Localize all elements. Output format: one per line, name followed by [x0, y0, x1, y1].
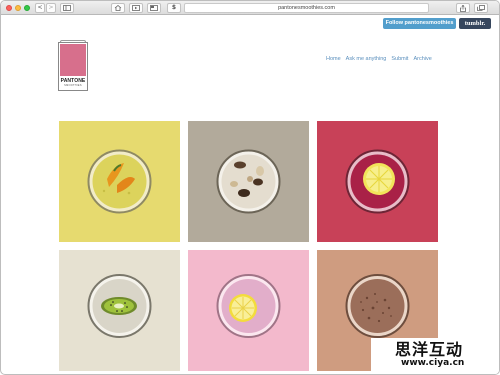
nav-submit[interactable]: Submit: [391, 56, 408, 64]
browser-toolbar: < > $ pantonesmoothies.com: [1, 1, 499, 15]
tile-pink-lemon-smoothie[interactable]: [188, 250, 309, 371]
share-icon: [460, 5, 466, 12]
lemon-slice-icon: [363, 163, 395, 195]
nav-archive[interactable]: Archive: [413, 56, 431, 64]
forward-icon: >: [48, 4, 54, 11]
reader-button[interactable]: [147, 3, 161, 13]
back-button[interactable]: <: [35, 3, 45, 13]
berry-lemon-smoothie-photo: [317, 121, 438, 242]
tile-kiwi-smoothie[interactable]: [59, 250, 180, 371]
sidebar-button[interactable]: [60, 3, 74, 13]
kiwi-smoothie-photo: [59, 250, 180, 371]
pink-lemon-smoothie-photo: [188, 250, 309, 371]
kiwi-slice-icon: [101, 297, 137, 315]
watermark: 思洋互动 www.ciya.cn: [371, 338, 499, 374]
nav-home[interactable]: Home: [326, 56, 341, 64]
watermark-chinese: 思洋互动: [395, 340, 464, 359]
back-icon: <: [37, 4, 43, 11]
logo-swatch: [60, 44, 86, 76]
blog-nav: Home Ask me anything Submit Archive: [326, 56, 432, 64]
share-button[interactable]: [456, 3, 470, 13]
address-bar[interactable]: pantonesmoothies.com: [184, 3, 429, 13]
tumblr-button[interactable]: tumblr.: [459, 18, 491, 29]
window-icon: [150, 5, 158, 11]
play-icon: [132, 5, 140, 11]
home-button[interactable]: [111, 3, 125, 13]
logo-subtitle: SMOOTHIES: [64, 84, 82, 87]
sidebar-icon: [63, 5, 71, 11]
lemon-slice-icon: [229, 294, 257, 322]
nav-ask[interactable]: Ask me anything: [346, 56, 387, 64]
tabs-button[interactable]: [474, 3, 488, 13]
cookie-smoothie-photo: [188, 121, 309, 242]
url-text: pantonesmoothies.com: [278, 5, 335, 11]
mango-smoothie-photo: [59, 121, 180, 242]
watermark-url: www.ciya.cn: [401, 358, 465, 368]
zoom-window-button[interactable]: [24, 5, 30, 11]
tile-berry-lemon-smoothie[interactable]: [317, 121, 438, 242]
pantone-logo[interactable]: PANTONE SMOOTHIES: [58, 40, 88, 91]
tile-mango-smoothie[interactable]: [59, 121, 180, 242]
minimize-window-button[interactable]: [15, 5, 21, 11]
follow-button[interactable]: Follow pantonesmoothies: [383, 18, 456, 29]
browser-window: < > $ pantonesmoothies.com Follow panton…: [0, 0, 500, 375]
home-icon: [114, 5, 122, 11]
media-button[interactable]: [129, 3, 143, 13]
close-window-button[interactable]: [6, 5, 12, 11]
tabs-icon: [477, 5, 485, 11]
dollar-icon: $: [171, 4, 177, 11]
forward-button[interactable]: >: [46, 3, 56, 13]
dollar-button[interactable]: $: [167, 3, 181, 13]
tile-cookie-smoothie[interactable]: [188, 121, 309, 242]
